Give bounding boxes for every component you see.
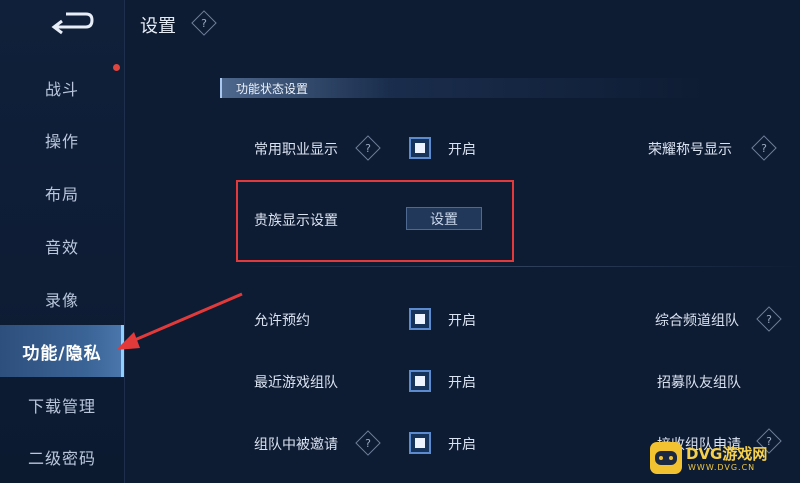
sidebar-item-label: 下载管理 — [27, 397, 96, 416]
sidebar: 战斗 操作 布局 音效 录像 功能/隐私 下载管理 二级密码 — [0, 0, 125, 483]
sidebar-item-label: 音效 — [44, 238, 79, 257]
sidebar-item-sound[interactable]: 音效 — [0, 220, 124, 272]
team-invite-help-icon[interactable]: ? — [355, 430, 381, 456]
section-title: 功能状态设置 — [236, 82, 309, 96]
recruit-team-label: 招募队友组队 — [657, 375, 741, 391]
honor-title-help-icon[interactable]: ? — [751, 135, 777, 161]
sidebar-item-layout[interactable]: 布局 — [0, 167, 124, 219]
annotation-arrow-icon — [116, 292, 243, 350]
channel-team-label: 综合频道组队 — [655, 313, 739, 329]
sidebar-item-label: 功能/隐私 — [22, 343, 102, 364]
recent-game-team-checkbox[interactable] — [409, 370, 431, 392]
watermark-url: WWW.DVG.CN — [688, 463, 756, 472]
sidebar-item-controls[interactable]: 操作 — [0, 114, 124, 166]
page-title: 设置 — [140, 16, 176, 37]
career-display-state: 开启 — [448, 142, 476, 158]
career-display-checkbox[interactable] — [409, 137, 431, 159]
watermark: DVG游戏网 WWW.DVG.CN — [648, 436, 798, 480]
sidebar-item-label: 布局 — [44, 185, 79, 204]
recent-game-team-state: 开启 — [448, 375, 476, 391]
team-invite-state: 开启 — [448, 437, 476, 453]
team-invite-checkbox[interactable] — [409, 432, 431, 454]
sidebar-item-secondary-password[interactable]: 二级密码 — [0, 431, 124, 483]
back-arrow-icon — [51, 12, 94, 35]
back-button[interactable] — [46, 6, 98, 40]
allow-booking-label: 允许预约 — [254, 313, 310, 329]
career-display-help-icon[interactable]: ? — [355, 135, 381, 161]
honor-title-label: 荣耀称号显示 — [648, 142, 732, 158]
sidebar-item-battle[interactable]: 战斗 — [0, 62, 124, 114]
help-icon[interactable]: ? — [191, 10, 217, 36]
section-header: 功能状态设置 — [220, 78, 702, 98]
sidebar-item-label: 录像 — [44, 291, 79, 310]
channel-team-help-icon[interactable]: ? — [756, 306, 782, 332]
career-display-label: 常用职业显示 — [254, 142, 338, 158]
sidebar-item-download[interactable]: 下载管理 — [0, 379, 124, 431]
gamepad-logo-icon — [650, 442, 682, 474]
team-invite-label: 组队中被邀请 — [254, 437, 338, 453]
highlight-box — [236, 180, 514, 262]
sidebar-item-label: 二级密码 — [27, 449, 96, 468]
settings-screen: 战斗 操作 布局 音效 录像 功能/隐私 下载管理 二级密码 设置 ? 功能状态… — [0, 0, 800, 483]
watermark-text: DVG游戏网 — [686, 445, 768, 463]
sidebar-item-label: 战斗 — [44, 80, 79, 99]
divider — [240, 266, 800, 267]
allow-booking-checkbox[interactable] — [409, 308, 431, 330]
sidebar-item-label: 操作 — [44, 132, 79, 151]
recent-game-team-label: 最近游戏组队 — [254, 375, 338, 391]
allow-booking-state: 开启 — [448, 313, 476, 329]
